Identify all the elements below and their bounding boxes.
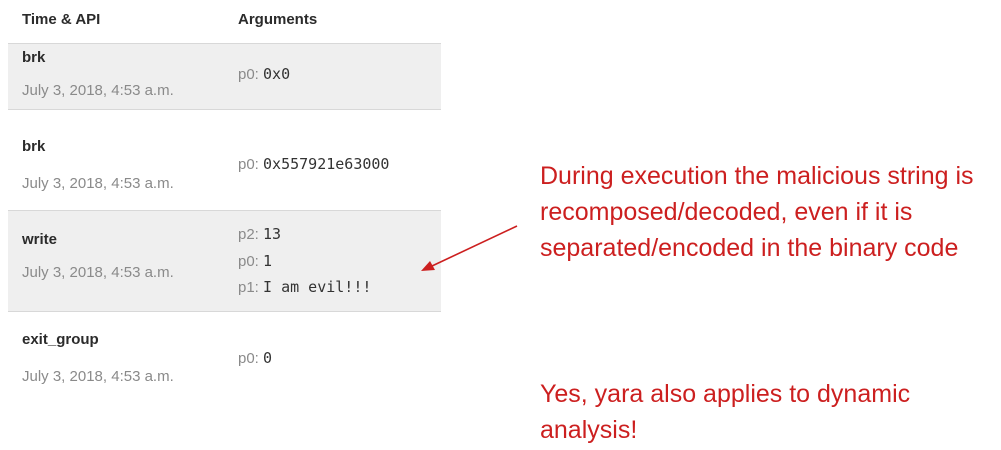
arg-p2: p2: 13: [238, 225, 281, 243]
arg-p0: p0: 1: [238, 252, 272, 270]
header-time-api[interactable]: Time & API: [22, 11, 100, 28]
arg-value: 0: [263, 349, 273, 367]
arg-value: I am evil!!!: [263, 278, 372, 296]
timestamp: July 3, 2018, 4:53 a.m.: [22, 175, 174, 192]
api-name: write: [22, 231, 58, 248]
header-arguments[interactable]: Arguments: [238, 11, 317, 28]
arg-value: 1: [263, 252, 273, 270]
arg-p1: p1: I am evil!!!: [238, 278, 371, 296]
table-row: brk July 3, 2018, 4:53 a.m. p0: 0x0: [8, 44, 441, 110]
arg-p0: p0: 0x0: [238, 65, 290, 83]
timestamp: July 3, 2018, 4:53 a.m.: [22, 264, 174, 281]
arg-key: p1:: [238, 279, 259, 296]
arg-key: p0:: [238, 253, 259, 270]
table-row: exit_group July 3, 2018, 4:53 a.m. p0: 0: [8, 312, 441, 412]
table-header: Time & API Arguments: [8, 0, 441, 44]
arg-value: 13: [263, 225, 282, 243]
arg-key: p0:: [238, 350, 259, 367]
table-row: brk July 3, 2018, 4:53 a.m. p0: 0x557921…: [8, 110, 441, 211]
arg-key: p0:: [238, 156, 259, 173]
arg-value: 0x557921e63000: [263, 155, 390, 173]
api-calls-table: Time & API Arguments brk July 3, 2018, 4…: [8, 0, 441, 412]
arg-p0: p0: 0x557921e63000: [238, 155, 389, 173]
timestamp: July 3, 2018, 4:53 a.m.: [22, 82, 174, 99]
slide: Time & API Arguments brk July 3, 2018, 4…: [0, 0, 1001, 450]
annotation-execution-note: During execution the malicious string is…: [540, 162, 974, 262]
annotation-yara-note: Yes, yara also applies to dynamic analys…: [540, 380, 911, 444]
arg-key: p2:: [238, 226, 259, 243]
arg-p0: p0: 0: [238, 349, 272, 367]
api-name: brk: [22, 49, 46, 66]
arg-value: 0x0: [263, 65, 291, 83]
table-row: write July 3, 2018, 4:53 a.m. p2: 13 p0:…: [8, 211, 441, 312]
arg-key: p0:: [238, 66, 259, 83]
timestamp: July 3, 2018, 4:53 a.m.: [22, 368, 174, 385]
api-name: exit_group: [22, 331, 99, 348]
arrow-line: [431, 225, 518, 267]
api-name: brk: [22, 138, 46, 155]
